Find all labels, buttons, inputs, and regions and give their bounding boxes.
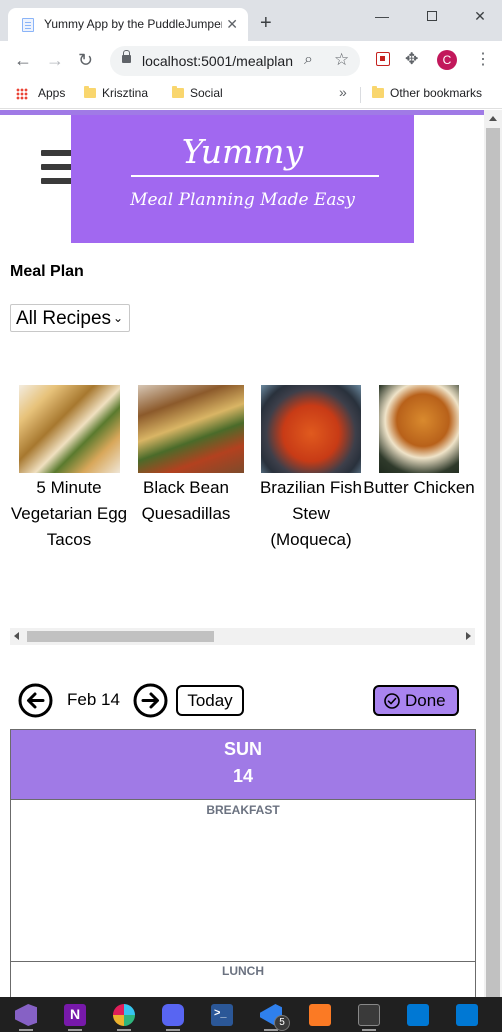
discord-icon[interactable] <box>162 1004 184 1026</box>
slack-icon[interactable] <box>113 1004 135 1026</box>
day-name: SUN <box>223 739 262 759</box>
meal-slot-breakfast[interactable]: BREAKFAST <box>11 803 475 817</box>
recipe-name[interactable]: Brazilian Fish Stew (Moqueca) <box>252 475 370 553</box>
extension-icon[interactable] <box>376 52 390 66</box>
page-title: Meal Plan <box>10 263 84 280</box>
running-indicator <box>19 1029 33 1031</box>
extensions-puzzle-icon[interactable]: ✥ <box>405 49 418 69</box>
reload-icon[interactable]: ↻ <box>78 50 93 70</box>
taskbar <box>0 997 502 1032</box>
page-favicon-icon <box>22 18 34 32</box>
recipe-image[interactable] <box>379 385 459 473</box>
xampp-icon[interactable] <box>309 1004 331 1026</box>
chevron-down-icon: ⌄ <box>112 311 123 325</box>
bookmark-krisztina[interactable]: Krisztina <box>84 86 148 100</box>
visual-studio-icon[interactable] <box>15 1004 37 1026</box>
browser-menu-icon[interactable]: ⋮ <box>475 49 491 69</box>
recipe-image[interactable] <box>19 385 120 473</box>
scroll-left-icon[interactable] <box>14 632 19 640</box>
bookmark-other[interactable]: Other bookmarks <box>372 86 482 100</box>
bookmarks-bar: Apps Krisztina Social » Other bookmarks <box>0 79 502 109</box>
window-close-button[interactable]: ✕ <box>470 8 490 24</box>
browser-tab[interactable]: Yummy App by the PuddleJumpers ✕ <box>8 8 248 41</box>
folder-icon <box>84 86 96 98</box>
new-tab-button[interactable]: + <box>260 13 272 33</box>
scrollbar-thumb[interactable] <box>27 631 214 642</box>
folder-icon <box>172 86 184 98</box>
day-number: 14 <box>232 766 254 786</box>
powershell-icon[interactable] <box>211 1004 233 1026</box>
running-indicator <box>264 1029 278 1031</box>
browser-toolbar: ← → ↻ localhost:5001/mealplan ⌕ ☆ ✥ C ⋮ <box>0 41 502 79</box>
recipe-name[interactable]: Butter Chicken <box>360 475 475 501</box>
running-indicator <box>362 1029 376 1031</box>
running-indicator <box>117 1029 131 1031</box>
carousel-scrollbar[interactable] <box>10 628 475 645</box>
bookmark-label: Krisztina <box>102 86 149 100</box>
window-minimize-button[interactable]: — <box>372 8 392 24</box>
running-indicator <box>166 1029 180 1031</box>
apps-grid-icon <box>16 88 28 100</box>
address-bar[interactable]: localhost:5001/mealplan ⌕ ☆ <box>110 46 360 76</box>
scroll-up-icon[interactable] <box>489 116 497 121</box>
recipe-name[interactable]: Black Bean Quesadillas <box>127 475 245 527</box>
bookmark-apps[interactable]: Apps <box>38 86 65 100</box>
recipe-image[interactable] <box>261 385 361 473</box>
recipe-carousel: 5 Minute Vegetarian Egg Tacos Black Bean… <box>10 385 475 615</box>
app-banner: Yummy Meal Planning Made Easy <box>71 115 414 243</box>
zoom-icon[interactable]: ⌕ <box>304 51 313 69</box>
tab-close-icon[interactable]: ✕ <box>226 16 238 32</box>
terminal-icon[interactable] <box>358 1004 380 1026</box>
scrollbar-thumb[interactable] <box>486 128 500 997</box>
running-indicator <box>68 1029 82 1031</box>
tab-strip: Yummy App by the PuddleJumpers ✕ + — ✕ <box>0 0 502 41</box>
browser-window: Yummy App by the PuddleJumpers ✕ + — ✕ ←… <box>0 0 502 1032</box>
banner-divider <box>131 175 379 177</box>
lock-icon <box>122 50 131 63</box>
url-text[interactable]: localhost:5001/mealplan <box>142 53 302 69</box>
app-tagline: Meal Planning Made Easy <box>130 190 355 210</box>
today-button[interactable]: Today <box>176 685 244 716</box>
page-viewport: Yummy Meal Planning Made Easy Meal Plan … <box>0 110 502 997</box>
next-day-button[interactable] <box>133 683 168 718</box>
recipe-image[interactable] <box>138 385 244 473</box>
bookmarks-divider <box>360 87 361 103</box>
meal-divider <box>11 961 475 962</box>
scroll-right-icon[interactable] <box>466 632 471 640</box>
folder-icon <box>372 86 384 98</box>
profile-avatar[interactable]: C <box>437 50 457 70</box>
bookmark-label: Social <box>190 86 223 100</box>
current-date: Feb 14 <box>67 690 120 709</box>
onenote-icon[interactable] <box>64 1004 86 1026</box>
bookmark-social[interactable]: Social <box>172 86 223 100</box>
check-circle-icon <box>384 693 400 709</box>
done-label: Done <box>405 691 446 710</box>
previous-day-button[interactable] <box>18 683 53 718</box>
page-scrollbar[interactable] <box>484 110 502 997</box>
tab-title: Yummy App by the PuddleJumpers <box>44 17 222 31</box>
calendar-icon[interactable] <box>456 1004 478 1026</box>
day-header: SUN 14 <box>11 730 475 800</box>
mail-icon[interactable] <box>407 1004 429 1026</box>
window-maximize-button[interactable] <box>422 8 442 24</box>
meal-slot-lunch[interactable]: LUNCH <box>11 964 475 978</box>
bookmark-star-icon[interactable]: ☆ <box>334 50 349 70</box>
recipe-filter-select[interactable]: All Recipes ⌄ <box>10 304 130 332</box>
done-button[interactable]: Done <box>373 685 459 716</box>
vscode-window-count-badge: 5 <box>274 1015 290 1031</box>
bookmarks-overflow-icon[interactable]: » <box>339 84 347 100</box>
back-arrow-icon[interactable]: ← <box>14 50 32 70</box>
app-logo-title: Yummy <box>181 132 304 171</box>
maximize-icon <box>427 11 437 21</box>
recipe-name[interactable]: 5 Minute Vegetarian Egg Tacos <box>10 475 128 553</box>
forward-arrow-icon[interactable]: → <box>46 50 64 70</box>
bookmark-label: Other bookmarks <box>390 86 483 100</box>
day-planner: SUN 14 BREAKFAST LUNCH <box>10 729 476 997</box>
recipe-filter-value: All Recipes <box>16 308 112 329</box>
